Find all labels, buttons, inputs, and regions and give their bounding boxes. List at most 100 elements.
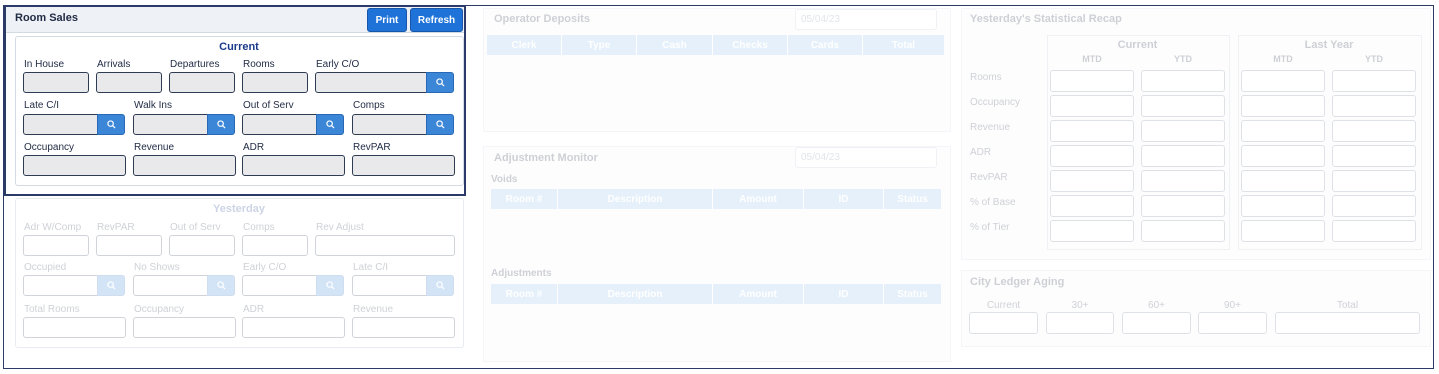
- no-shows-label: No Shows: [134, 262, 180, 273]
- no-shows-search-button[interactable]: [207, 275, 235, 296]
- adjustment-monitor-title: Adjustment Monitor: [494, 152, 598, 164]
- in-house-field[interactable]: [23, 72, 89, 93]
- recap-cell-field[interactable]: [1241, 95, 1325, 117]
- occupancy-field[interactable]: [23, 155, 126, 176]
- recap-cell-field[interactable]: [1241, 70, 1325, 92]
- occupied-field[interactable]: [23, 275, 98, 296]
- recap-row-label: ADR: [970, 147, 992, 158]
- col-cards[interactable]: Cards: [788, 35, 863, 55]
- col-cash[interactable]: Cash: [637, 35, 713, 55]
- recap-cell-field[interactable]: [1241, 220, 1325, 242]
- y-revpar-field[interactable]: [96, 235, 162, 256]
- recap-cell-field[interactable]: [1141, 170, 1225, 192]
- adj-col-id[interactable]: ID: [804, 284, 884, 304]
- recap-cell-field[interactable]: [1332, 220, 1416, 242]
- recap-cell-field[interactable]: [1141, 145, 1225, 167]
- revpar-field[interactable]: [352, 155, 455, 176]
- recap-cell-field[interactable]: [1050, 120, 1134, 142]
- recap-cell-field[interactable]: [1050, 70, 1134, 92]
- adjustment-monitor-date[interactable]: 05/04/23: [795, 147, 937, 168]
- operator-deposits-title: Operator Deposits: [494, 13, 590, 25]
- walk-ins-search-button[interactable]: [207, 114, 235, 135]
- occupied-search-button[interactable]: [97, 275, 125, 296]
- recap-cell-field[interactable]: [1241, 120, 1325, 142]
- recap-row-label: Occupancy: [970, 97, 1021, 108]
- voids-col-id[interactable]: ID: [804, 189, 884, 209]
- recap-cell-field[interactable]: [1050, 220, 1134, 242]
- adr-field[interactable]: [242, 155, 345, 176]
- recap-cell-field[interactable]: [1332, 95, 1416, 117]
- walk-ins-field[interactable]: [133, 114, 208, 135]
- comps-search-button[interactable]: [426, 114, 454, 135]
- recap-cell-field[interactable]: [1241, 145, 1325, 167]
- col-total[interactable]: Total: [863, 35, 944, 55]
- recap-cell-field[interactable]: [1332, 70, 1416, 92]
- adj-col-amount[interactable]: Amount: [713, 284, 804, 304]
- revenue-field[interactable]: [133, 155, 236, 176]
- recap-cell-field[interactable]: [1141, 195, 1225, 217]
- y-out-of-serv-field[interactable]: [169, 235, 235, 256]
- voids-col-description[interactable]: Description: [558, 189, 713, 209]
- rev-adjust-field[interactable]: [315, 235, 455, 256]
- no-shows-field[interactable]: [133, 275, 208, 296]
- voids-col-status[interactable]: Status: [884, 189, 941, 209]
- y-late-ci-field[interactable]: [352, 275, 427, 296]
- voids-col-amount[interactable]: Amount: [713, 189, 804, 209]
- ledger-30-field[interactable]: [1046, 312, 1114, 334]
- adr-label: ADR: [243, 142, 265, 153]
- adr-wcomp-field[interactable]: [23, 235, 89, 256]
- recap-cell-field[interactable]: [1332, 145, 1416, 167]
- ledger-60-field[interactable]: [1122, 312, 1191, 334]
- recap-cell-field[interactable]: [1050, 170, 1134, 192]
- total-rooms-field[interactable]: [23, 317, 126, 338]
- ledger-current-field[interactable]: [969, 312, 1038, 334]
- late-ci-field[interactable]: [23, 114, 98, 135]
- y-early-co-field[interactable]: [242, 275, 317, 296]
- arrivals-field[interactable]: [96, 72, 162, 93]
- recap-cell-field[interactable]: [1241, 170, 1325, 192]
- col-clerk[interactable]: Clerk: [487, 35, 562, 55]
- comps-field[interactable]: [352, 114, 427, 135]
- recap-cell-field[interactable]: [1141, 120, 1225, 142]
- out-of-serv-search-button[interactable]: [316, 114, 344, 135]
- recap-cell-field[interactable]: [1050, 95, 1134, 117]
- recap-cell-field[interactable]: [1332, 120, 1416, 142]
- col-checks[interactable]: Checks: [713, 35, 788, 55]
- recap-cell-field[interactable]: [1141, 95, 1225, 117]
- ledger-90-label: 90+: [1224, 300, 1241, 311]
- recap-cell-field[interactable]: [1332, 170, 1416, 192]
- recap-cell-field[interactable]: [1332, 195, 1416, 217]
- current-heading: Current: [219, 41, 259, 53]
- recap-cell-field[interactable]: [1050, 145, 1134, 167]
- operator-deposits-date[interactable]: 05/04/23: [795, 9, 937, 30]
- recap-cell-field[interactable]: [1050, 195, 1134, 217]
- ledger-total-field[interactable]: [1275, 312, 1420, 334]
- recap-row-label: Rooms: [970, 72, 1002, 83]
- col-type[interactable]: Type: [562, 35, 637, 55]
- departures-field[interactable]: [169, 72, 235, 93]
- y-early-co-search-button[interactable]: [316, 275, 344, 296]
- out-of-serv-field[interactable]: [242, 114, 317, 135]
- rooms-field[interactable]: [242, 72, 308, 93]
- refresh-button[interactable]: Refresh: [410, 8, 463, 32]
- late-ci-search-button[interactable]: [97, 114, 125, 135]
- print-button[interactable]: Print: [367, 8, 407, 32]
- recap-cell-field[interactable]: [1141, 70, 1225, 92]
- y-adr-field[interactable]: [242, 317, 345, 338]
- y-late-ci-search-button[interactable]: [426, 275, 454, 296]
- recap-cell-field[interactable]: [1141, 220, 1225, 242]
- y-comps-field[interactable]: [242, 235, 308, 256]
- occupancy-label: Occupancy: [24, 142, 75, 153]
- y-occupancy-field[interactable]: [133, 317, 236, 338]
- early-co-search-button[interactable]: [426, 72, 454, 93]
- voids-col-room[interactable]: Room #: [491, 189, 558, 209]
- y-revenue-field[interactable]: [352, 317, 455, 338]
- adj-col-status[interactable]: Status: [884, 284, 941, 304]
- recap-cell-field[interactable]: [1241, 195, 1325, 217]
- y-early-co-label: Early C/O: [243, 262, 287, 273]
- ledger-90-field[interactable]: [1198, 312, 1267, 334]
- adj-col-room[interactable]: Room #: [491, 284, 558, 304]
- y-occupancy-label: Occupancy: [134, 304, 185, 315]
- adj-col-description[interactable]: Description: [558, 284, 713, 304]
- early-co-field[interactable]: [315, 72, 427, 93]
